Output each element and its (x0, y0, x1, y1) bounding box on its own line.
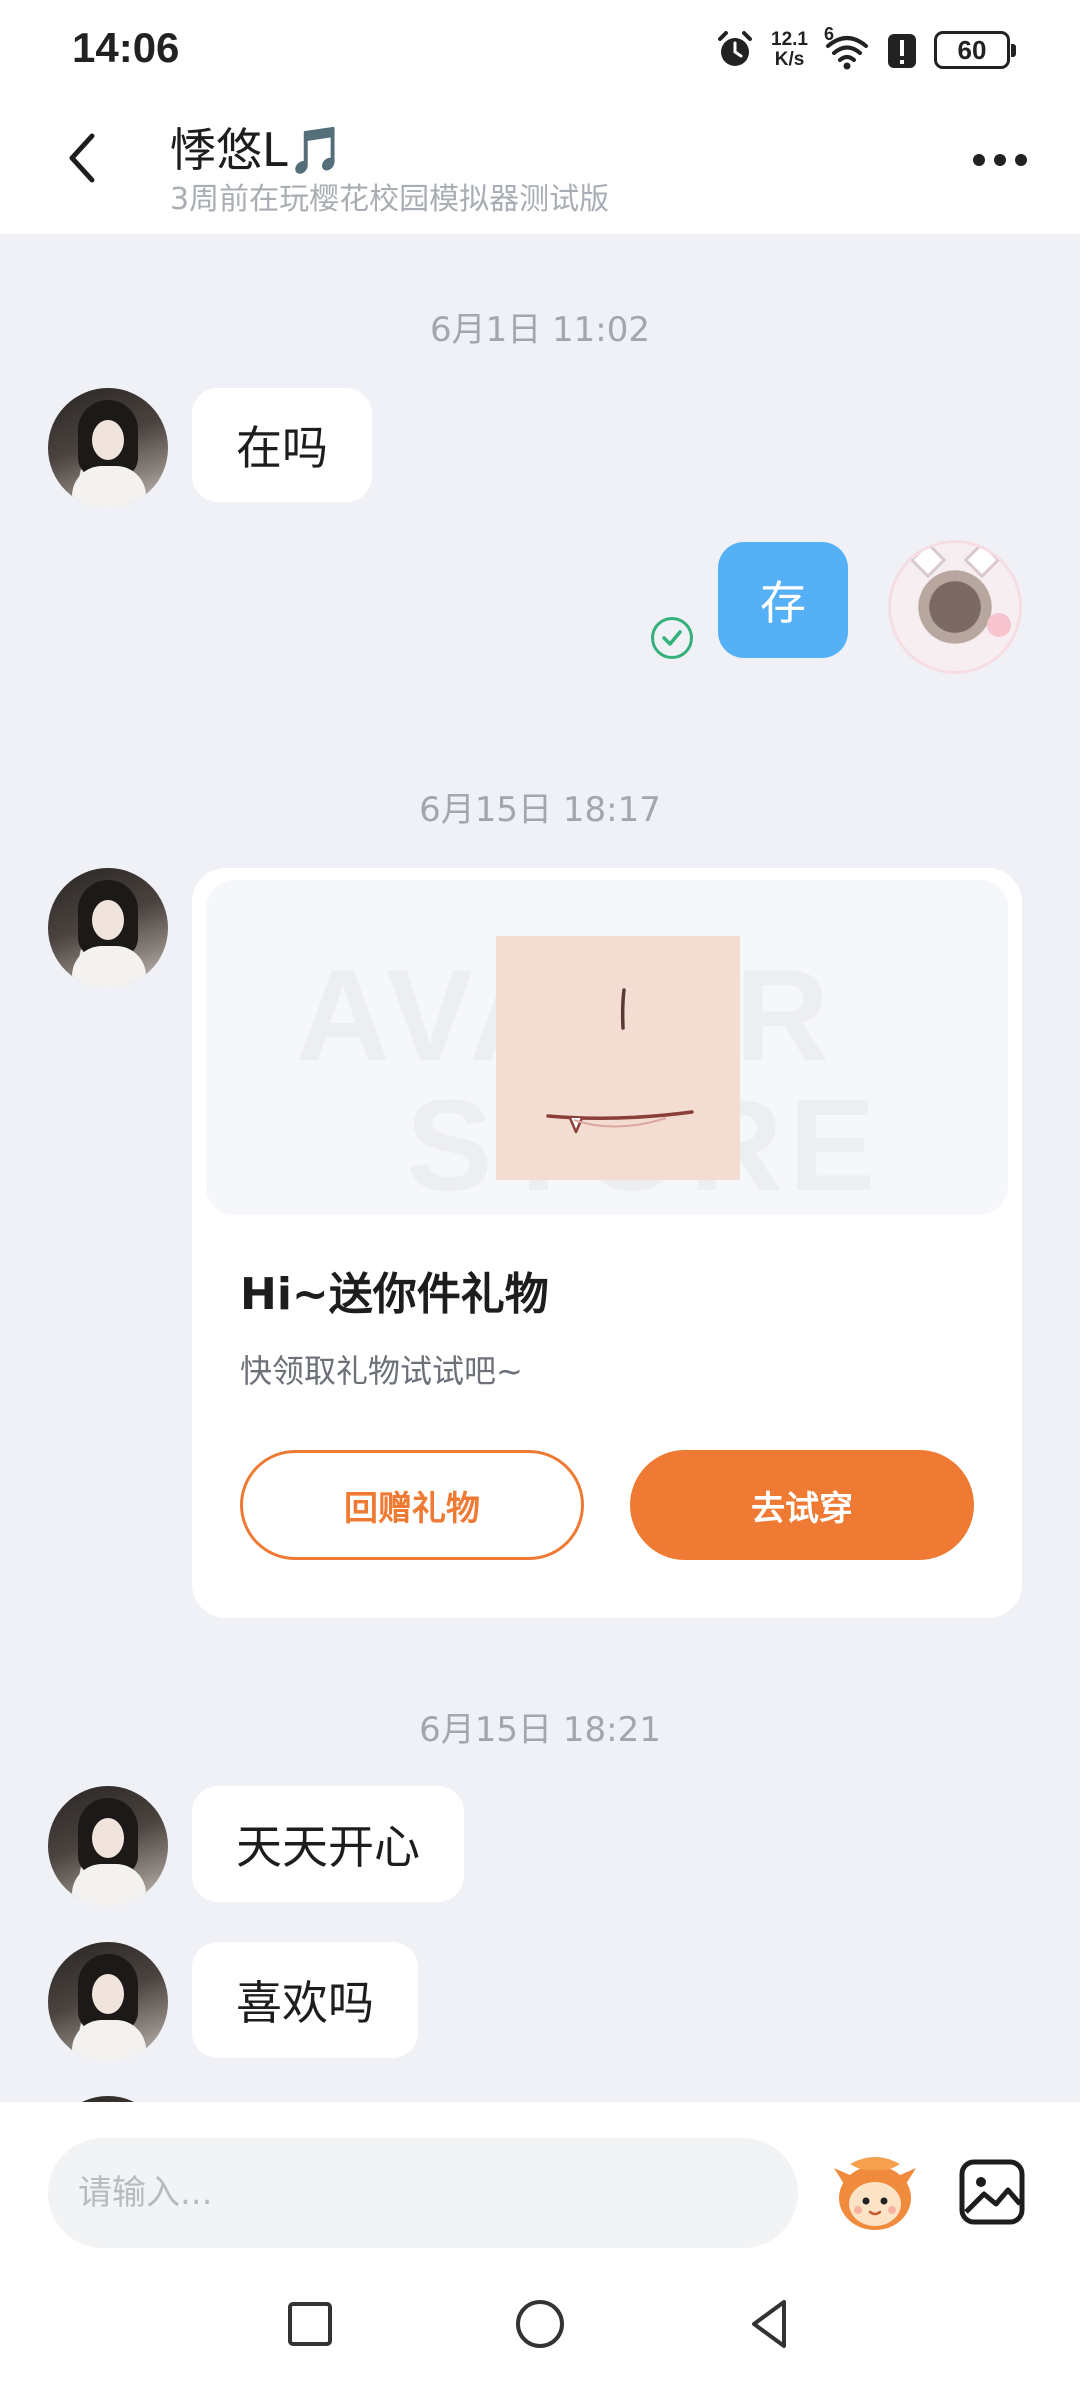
wifi-icon (826, 36, 868, 70)
message-text: 天天开心 (236, 1820, 420, 1874)
more-dots-icon (994, 154, 1006, 166)
back-button[interactable] (52, 126, 112, 190)
contact-status: 3周前在玩樱花校园模拟器测试版 (170, 182, 610, 217)
more-button[interactable] (964, 136, 1036, 184)
emoji-button[interactable] (830, 2154, 920, 2234)
alert-icon (888, 34, 916, 68)
message-text: 在吗 (236, 421, 328, 475)
incoming-message-bubble[interactable]: 喜欢吗 (192, 1942, 418, 2058)
back-nav-button[interactable] (740, 2294, 800, 2354)
home-button[interactable] (510, 2294, 570, 2354)
system-nav-bar (0, 2252, 1080, 2400)
message-timestamp: 6月1日 11:02 (429, 310, 651, 350)
incoming-message-bubble[interactable]: 在吗 (192, 388, 372, 502)
image-icon (959, 2159, 1025, 2225)
battery-level: 60 (957, 34, 987, 65)
gift-card[interactable]: AVATAR STORE Hi~送你件礼物 快领取礼物试试吧~ 回赠礼物 去试穿 (192, 868, 1022, 1618)
alarm-icon (718, 31, 753, 66)
return-gift-button[interactable]: 回赠礼物 (240, 1450, 584, 1560)
try-on-button[interactable]: 去试穿 (630, 1450, 974, 1560)
message-text: 存 (760, 576, 806, 630)
message-input[interactable] (48, 2138, 798, 2248)
contact-avatar[interactable] (48, 868, 168, 988)
contact-avatar[interactable] (48, 1786, 168, 1906)
status-time: 14:06 (72, 24, 180, 71)
wifi-signal: 6 (824, 24, 870, 70)
chat-header: 悸悠L🎵 3周前在玩樱花校园模拟器测试版 (0, 96, 1080, 234)
battery-icon: 60 (934, 31, 1016, 69)
incoming-message-bubble[interactable]: 天天开心 (192, 1786, 464, 1902)
message-timestamp: 6月15日 18:17 (419, 790, 661, 830)
contact-avatar[interactable] (48, 1942, 168, 2062)
gift-face-icon (546, 988, 694, 1134)
gift-title: Hi~送你件礼物 (240, 1269, 549, 1320)
net-speed: 12.1 K/s (771, 30, 808, 70)
more-dots-icon (973, 154, 985, 166)
my-avatar[interactable] (888, 540, 1022, 674)
message-timestamp: 6月15日 18:21 (419, 1710, 661, 1750)
more-dots-icon (1015, 154, 1027, 166)
message-text: 喜欢吗 (236, 1976, 374, 2030)
image-button[interactable] (954, 2154, 1030, 2230)
outgoing-message-bubble[interactable]: 存 (718, 542, 848, 658)
emoji-mascot-icon (834, 2157, 916, 2230)
circle-icon (516, 2300, 564, 2348)
read-check-icon (651, 617, 693, 659)
chevron-left-icon (69, 133, 95, 183)
gift-item-image[interactable] (496, 936, 740, 1180)
contact-name[interactable]: 悸悠L🎵 (170, 114, 345, 180)
input-bar (0, 2102, 1080, 2252)
contact-avatar[interactable] (48, 388, 168, 508)
gift-preview: AVATAR STORE (206, 880, 1008, 1215)
net-speed-unit: K/s (774, 49, 805, 70)
status-bar: 14:06 12.1 K/s 6 60 (0, 0, 1080, 96)
square-icon (288, 2302, 332, 2346)
recents-button[interactable] (280, 2294, 340, 2354)
status-icons: 12.1 K/s 6 60 (715, 24, 1016, 76)
triangle-back-icon (752, 2300, 786, 2348)
net-speed-value: 12.1 (771, 29, 808, 50)
gift-description: 快领取礼物试试吧~ (240, 1352, 523, 1390)
